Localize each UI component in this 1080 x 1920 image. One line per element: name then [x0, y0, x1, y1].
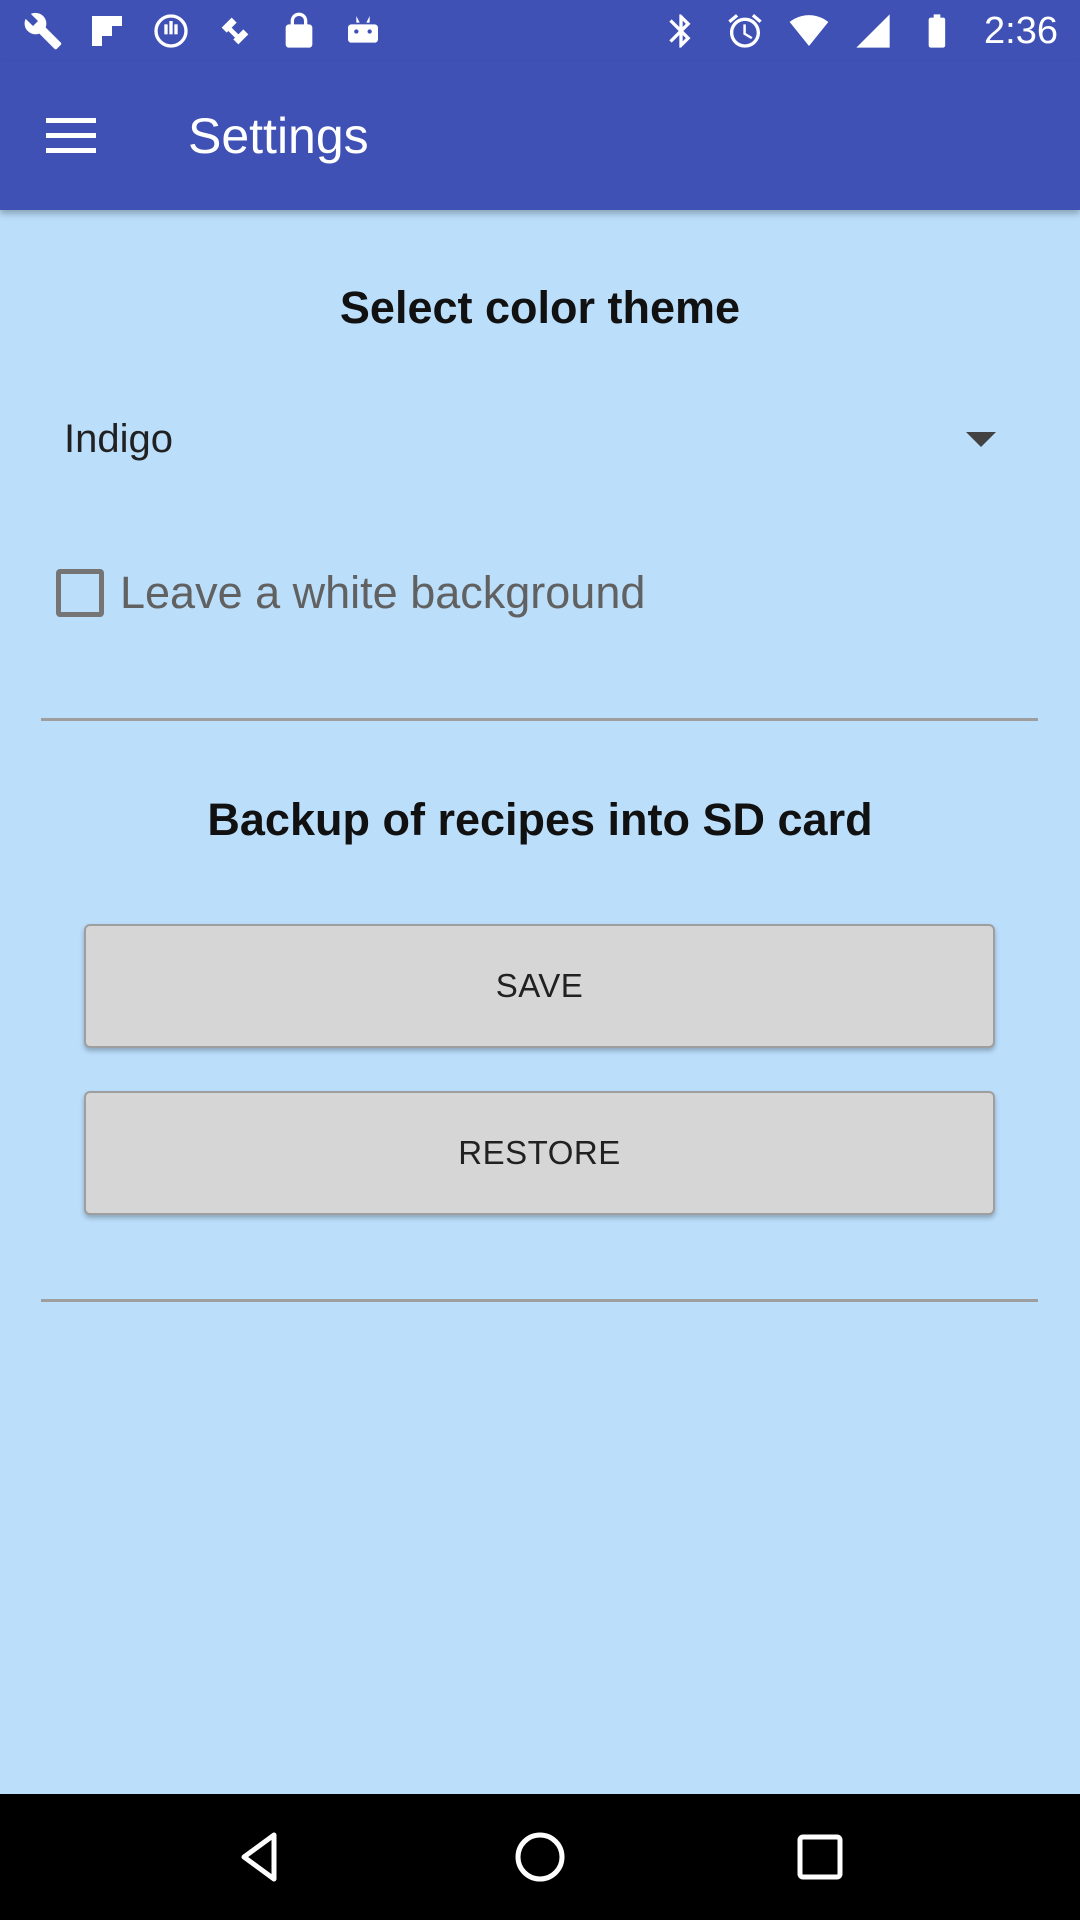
save-button[interactable]: SAVE [84, 924, 995, 1048]
navigation-bar [0, 1794, 1080, 1920]
dropdown-arrow-icon [966, 431, 996, 447]
clock-time: 2:36 [984, 9, 1058, 52]
lock-icon [278, 10, 320, 52]
white-background-checkbox-row[interactable]: Leave a white background [56, 560, 645, 626]
hamburger-menu-icon[interactable] [0, 62, 146, 210]
wrench-icon [22, 10, 64, 52]
wifi-icon [788, 10, 830, 52]
settings-screen: 2:36 Settings Select color theme Indigo … [0, 0, 1080, 1920]
flipboard-icon [86, 10, 128, 52]
bluetooth-icon [660, 10, 702, 52]
status-bar: 2:36 [0, 0, 1080, 62]
color-theme-heading: Select color theme [339, 282, 741, 333]
home-icon[interactable] [500, 1817, 580, 1897]
theme-dropdown[interactable]: Indigo [40, 398, 1020, 480]
back-icon[interactable] [220, 1817, 300, 1897]
status-left-icons [22, 10, 384, 52]
divider [41, 718, 1038, 721]
recents-icon[interactable] [780, 1817, 860, 1897]
white-background-label: Leave a white background [120, 567, 646, 618]
signal-icon [852, 10, 894, 52]
restore-button[interactable]: RESTORE [84, 1091, 995, 1215]
satellite-icon [214, 10, 256, 52]
status-right-icons: 2:36 [660, 10, 1058, 53]
backup-heading: Backup of recipes into SD card [207, 794, 873, 845]
divider [41, 1299, 1038, 1302]
android-icon [342, 10, 384, 52]
page-title: Settings [188, 108, 369, 164]
white-background-checkbox[interactable] [56, 569, 104, 617]
theme-dropdown-value: Indigo [64, 416, 173, 461]
sync-icon [150, 10, 192, 52]
battery-icon [916, 10, 958, 52]
alarm-icon [724, 10, 766, 52]
app-bar: Settings [0, 62, 1080, 210]
